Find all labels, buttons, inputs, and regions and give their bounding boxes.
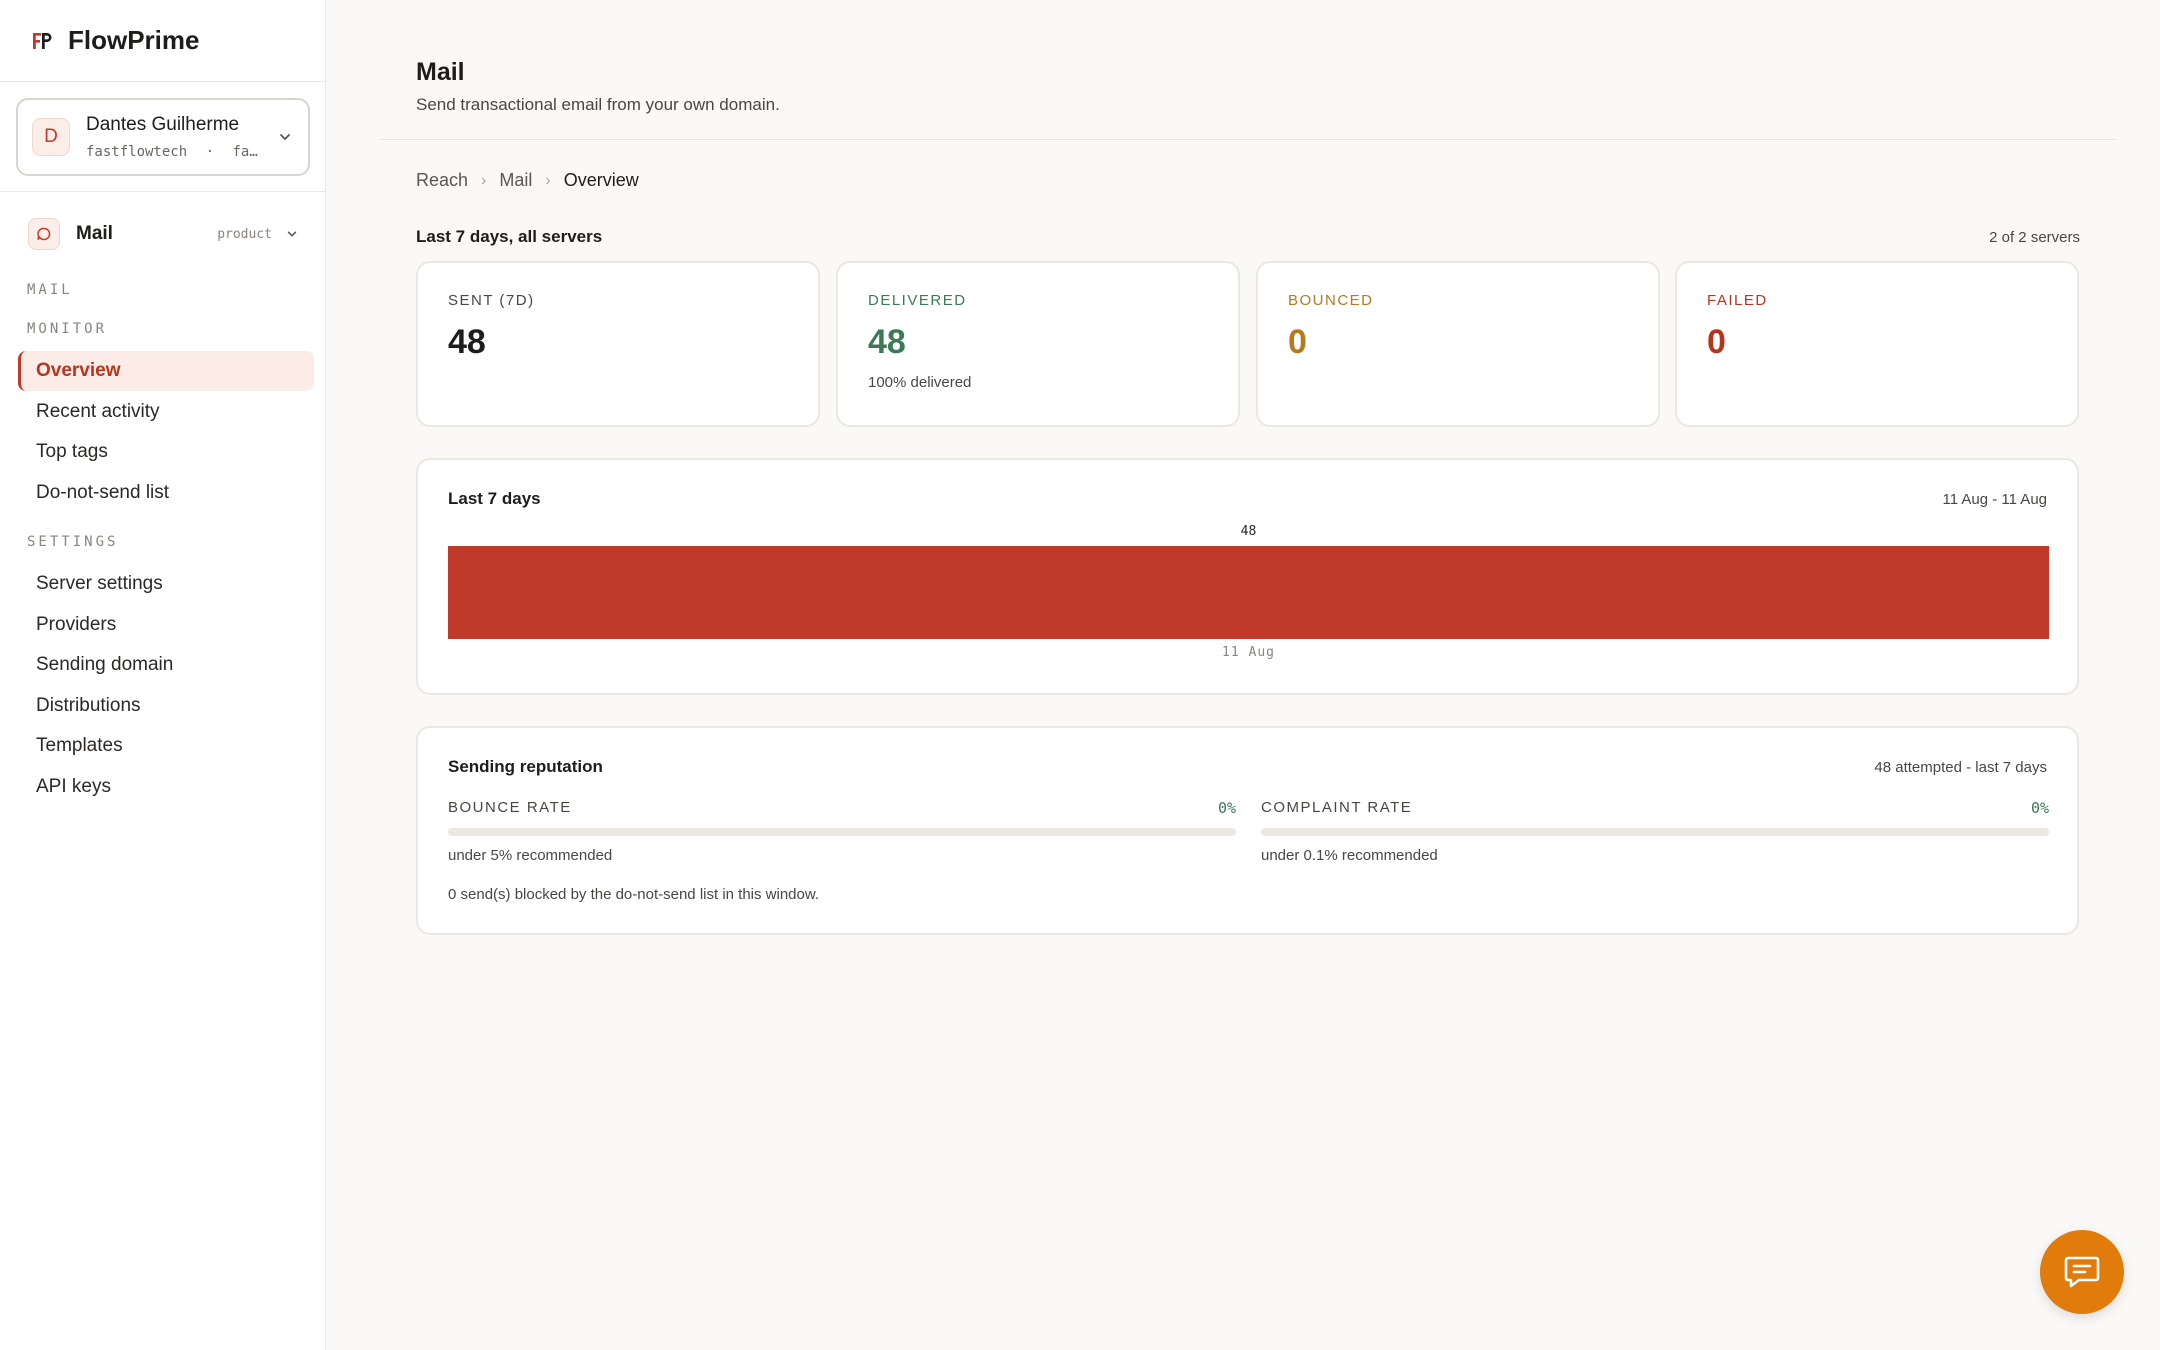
breadcrumb: Reach › Mail › Overview [416,170,639,191]
sidebar-item-top-tags[interactable]: Top tags [18,432,314,472]
sidebar-item-do-not-send-list[interactable]: Do-not-send list [18,473,314,513]
account-name: Dantes Guilherme [86,114,240,135]
account-org: fastflowtech · fa… [86,144,278,160]
chat-bubble-icon [28,218,60,250]
sidebar-item-templates[interactable]: Templates [18,726,314,766]
complaint-rate-value: 0% [2030,799,2049,817]
bounce-rate-bar [448,828,1236,836]
section-label-monitor: MONITOR [27,321,108,337]
product-name: Mail [76,223,113,244]
breadcrumb-mail[interactable]: Mail [499,170,532,191]
stat-label: DELIVERED [868,292,967,309]
account-org-suffix: fa… [232,144,258,160]
stat-card-sent: SENT (7D) 48 [416,261,820,427]
chat-button[interactable] [2040,1230,2124,1314]
stat-value: 48 [448,323,486,361]
stat-card-bounced: BOUNCED 0 [1256,261,1660,427]
bar-value-label: 48 [1240,524,1257,539]
account-org-separator: · [205,144,215,160]
sidebar-item-sending-domain[interactable]: Sending domain [18,645,314,685]
brand[interactable]: FlowPrime [0,0,325,82]
sidebar: FlowPrime D Dantes Guilherme fastflowtec… [0,0,326,1350]
sidebar-item-distributions[interactable]: Distributions [18,686,314,726]
chevron-down-icon [280,134,290,141]
bounce-rate-note: under 5% recommended [448,847,613,864]
complaint-rate-note: under 0.1% recommended [1261,847,1438,864]
chat-message-icon [2064,1256,2100,1288]
chevron-right-icon: › [545,171,551,189]
brand-name: FlowPrime [68,25,200,55]
section-label-settings: SETTINGS [27,534,119,550]
product-tag: product [217,226,272,242]
chevron-right-icon: › [481,171,487,189]
chart-range: 11 Aug - 11 Aug [1942,491,2047,508]
sidebar-item-server-settings[interactable]: Server settings [18,564,314,604]
product-switcher[interactable]: Mail product [28,218,298,250]
sidebar-divider [0,191,326,192]
volume-chart-card: Last 7 days 11 Aug - 11 Aug 48 11 Aug [416,458,2079,695]
complaint-rate-bar [1261,828,2049,836]
stat-label: FAILED [1707,292,1768,309]
bounce-rate-label: BOUNCE RATE [448,799,572,816]
chevron-down-icon [287,231,297,237]
account-switcher[interactable]: D Dantes Guilherme fastflowtech · fa… [16,98,310,176]
reputation-meta: 48 attempted - last 7 days [1874,759,2047,776]
sidebar-item-api-keys[interactable]: API keys [18,767,314,807]
breadcrumb-reach[interactable]: Reach [416,170,468,191]
page-title: Mail [416,58,465,86]
sending-reputation-card: Sending reputation 48 attempted - last 7… [416,726,2079,935]
reputation-title: Sending reputation [448,757,603,776]
breadcrumb-overview: Overview [563,170,639,190]
chart-title: Last 7 days [448,489,541,508]
page-subtitle: Send transactional email from your own d… [416,95,780,114]
sidebar-item-overview[interactable]: Overview [18,351,314,391]
chart-bar[interactable] [448,546,2049,639]
range-label: Last 7 days, all servers [416,227,603,246]
stat-card-delivered: DELIVERED 48 100% delivered [836,261,1240,427]
bounce-rate-value: 0% [1217,799,1236,817]
blocked-sends-note: 0 send(s) blocked by the do-not-send lis… [448,886,820,903]
stat-note: 100% delivered [868,374,972,391]
x-tick-label: 11 Aug [1222,645,1275,660]
sidebar-item-providers[interactable]: Providers [18,605,314,645]
stat-card-failed: FAILED 0 [1675,261,2079,427]
stat-value: 48 [868,323,906,361]
header-divider [380,139,2116,140]
sidebar-item-recent-activity[interactable]: Recent activity [18,392,314,432]
section-label-mail: MAIL [27,282,73,298]
servers-count: 2 of 2 servers [1989,229,2080,246]
account-text: Dantes Guilherme fastflowtech · fa… [86,114,278,160]
avatar: D [32,118,70,156]
chart-area: 48 11 Aug [448,522,2049,662]
stat-label: BOUNCED [1288,292,1374,309]
flowprime-logo-icon [33,32,52,49]
stat-value: 0 [1707,323,1726,361]
stat-value: 0 [1288,323,1307,361]
account-org-name: fastflowtech [86,144,188,160]
stat-label: SENT (7D) [448,292,535,309]
complaint-rate-label: COMPLAINT RATE [1261,799,1413,816]
